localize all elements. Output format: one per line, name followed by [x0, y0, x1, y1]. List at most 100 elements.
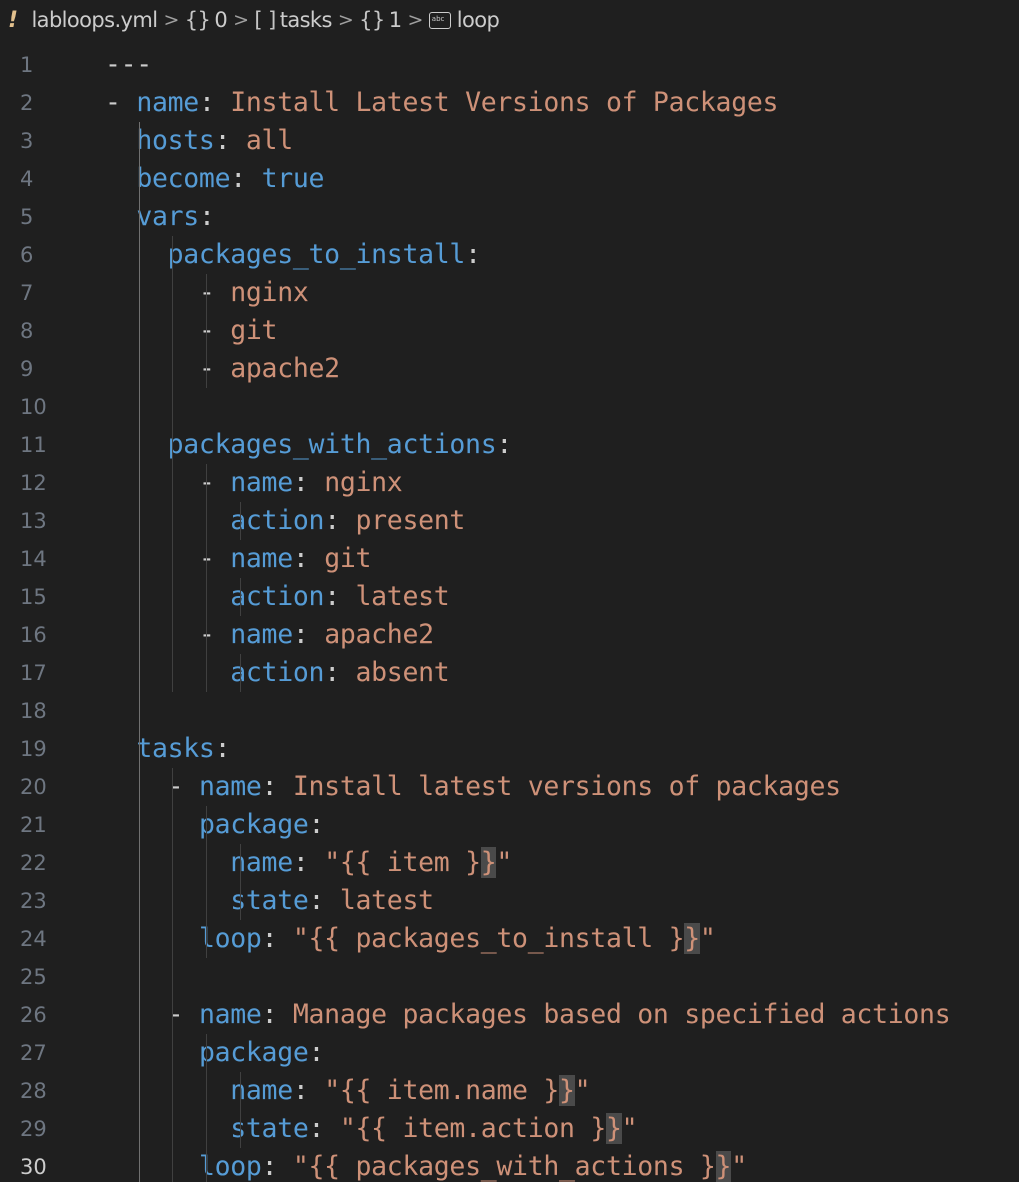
- code-text: action: latest: [105, 578, 449, 616]
- indent-guide: [139, 122, 140, 1182]
- punctuation: [105, 1037, 199, 1068]
- line-number: 19: [20, 737, 47, 761]
- code-text: - name: apache2: [105, 616, 434, 654]
- code-line[interactable]: 2 - name: Install Latest Versions of Pack…: [0, 84, 1019, 122]
- chevron-right-icon: >: [337, 9, 354, 31]
- line-number: 29: [20, 1117, 47, 1141]
- code-line[interactable]: 20 - name: Install latest versions of pa…: [0, 768, 1019, 806]
- yaml-key: hosts: [136, 125, 215, 156]
- punctuation: [105, 885, 230, 916]
- matched-bracket: }: [480, 847, 497, 878]
- matched-bracket: }: [605, 1113, 622, 1144]
- yaml-key: packages_with_actions: [167, 429, 497, 460]
- code-text: state: latest: [105, 882, 434, 920]
- indent-guide: [172, 236, 173, 692]
- code-line[interactable]: 21 package:: [0, 806, 1019, 844]
- line-number: 11: [20, 433, 47, 457]
- breadcrumb-file[interactable]: labloops.yml: [31, 8, 158, 32]
- code-line[interactable]: 22 name: "{{ item }}": [0, 844, 1019, 882]
- breadcrumb-segment-0[interactable]: 0: [214, 8, 227, 32]
- yaml-key: name: [198, 999, 262, 1030]
- code-line[interactable]: 24 loop: "{{ packages_to_install }}": [0, 920, 1019, 958]
- code-text: tasks:: [105, 730, 230, 768]
- yaml-key: state: [230, 885, 309, 916]
- punctuation: -: [105, 87, 137, 118]
- code-text: packages_with_actions:: [105, 426, 513, 464]
- line-number: 22: [20, 851, 47, 875]
- code-line[interactable]: 14 - name: git: [0, 540, 1019, 578]
- code-line[interactable]: 13 action: present: [0, 502, 1019, 540]
- code-text: packages_to_install:: [105, 236, 481, 274]
- code-line[interactable]: 30 loop: "{{ packages_with_actions }}": [0, 1148, 1019, 1182]
- matched-bracket: }: [715, 1151, 732, 1182]
- code-line[interactable]: 3 hosts: all: [0, 122, 1019, 160]
- breadcrumb-segment-1[interactable]: 1: [389, 8, 402, 32]
- line-number: 4: [20, 167, 34, 191]
- yaml-value: "{{ packages_to_install }: [292, 923, 685, 954]
- code-text: - name: git: [105, 540, 372, 578]
- code-line[interactable]: 19 tasks:: [0, 730, 1019, 768]
- code-line[interactable]: 6 packages_to_install:: [0, 236, 1019, 274]
- punctuation: -: [105, 277, 231, 308]
- code-text: - name: Manage packages based on specifi…: [105, 996, 951, 1034]
- yaml-value: git: [324, 543, 372, 574]
- yaml-value: all: [245, 125, 293, 156]
- punctuation: :: [308, 809, 325, 840]
- punctuation: [105, 1151, 199, 1182]
- code-line[interactable]: 18: [0, 692, 1019, 730]
- yaml-key: package: [198, 809, 309, 840]
- punctuation: :: [214, 733, 231, 764]
- punctuation: -: [105, 467, 231, 498]
- code-line[interactable]: 12 - name: nginx: [0, 464, 1019, 502]
- line-number: 12: [20, 471, 47, 495]
- yaml-value: "{{ item.action }: [339, 1113, 606, 1144]
- code-line[interactable]: 8 - git: [0, 312, 1019, 350]
- code-line[interactable]: 10: [0, 388, 1019, 426]
- line-number: 17: [20, 661, 47, 685]
- code-line[interactable]: 27 package:: [0, 1034, 1019, 1072]
- code-line[interactable]: 23 state: latest: [0, 882, 1019, 920]
- code-line[interactable]: 15 action: latest: [0, 578, 1019, 616]
- code-line[interactable]: 5 vars:: [0, 198, 1019, 236]
- code-line[interactable]: 7 - nginx: [0, 274, 1019, 312]
- code-text: ---: [105, 46, 152, 84]
- breadcrumb-segment-tasks[interactable]: tasks: [280, 8, 333, 32]
- punctuation: [105, 847, 230, 878]
- warning-icon: !: [8, 7, 18, 33]
- code-text: - name: Install Latest Versions of Packa…: [105, 84, 778, 122]
- matched-bracket: }: [559, 1075, 575, 1106]
- punctuation: [105, 201, 136, 232]
- code-line[interactable]: 11 packages_with_actions:: [0, 426, 1019, 464]
- yaml-value: apache2: [324, 619, 434, 650]
- code-line[interactable]: 28 name: "{{ item.name }}": [0, 1072, 1019, 1110]
- punctuation: :: [214, 125, 246, 156]
- code-line[interactable]: 4 become: true: [0, 160, 1019, 198]
- code-text: - git: [105, 312, 278, 350]
- yaml-value: "{{ packages_with_actions }: [292, 1151, 716, 1182]
- code-line[interactable]: 1 ---: [0, 46, 1019, 84]
- yaml-key: name: [198, 771, 262, 802]
- code-text: state: "{{ item.action }}": [105, 1110, 638, 1148]
- yaml-value: git: [230, 315, 278, 346]
- yaml-key: packages_to_install: [167, 239, 466, 270]
- line-number: 30: [20, 1155, 47, 1179]
- code-line[interactable]: 26 - name: Manage packages based on spec…: [0, 996, 1019, 1034]
- punctuation: -: [105, 999, 199, 1030]
- code-line[interactable]: 29 state: "{{ item.action }}": [0, 1110, 1019, 1148]
- yaml-key: tasks: [136, 733, 215, 764]
- code-line[interactable]: 17 action: absent: [0, 654, 1019, 692]
- punctuation: :: [292, 467, 325, 498]
- line-number: 16: [20, 623, 47, 647]
- matched-bracket: }: [684, 923, 700, 954]
- code-line[interactable]: 9 - apache2: [0, 350, 1019, 388]
- punctuation: [105, 733, 136, 764]
- code-line[interactable]: 16 - name: apache2: [0, 616, 1019, 654]
- array-icon: [ ]: [254, 8, 276, 32]
- indent-guide: [240, 1072, 241, 1148]
- yaml-key: vars: [136, 201, 199, 232]
- breadcrumb-segment-loop[interactable]: loop: [457, 8, 500, 32]
- code-line[interactable]: 25: [0, 958, 1019, 996]
- yaml-key: state: [230, 1113, 309, 1144]
- code-editor[interactable]: 1 --- 2- name: Install Latest Versions of …: [0, 40, 1019, 1182]
- punctuation: :: [324, 505, 356, 536]
